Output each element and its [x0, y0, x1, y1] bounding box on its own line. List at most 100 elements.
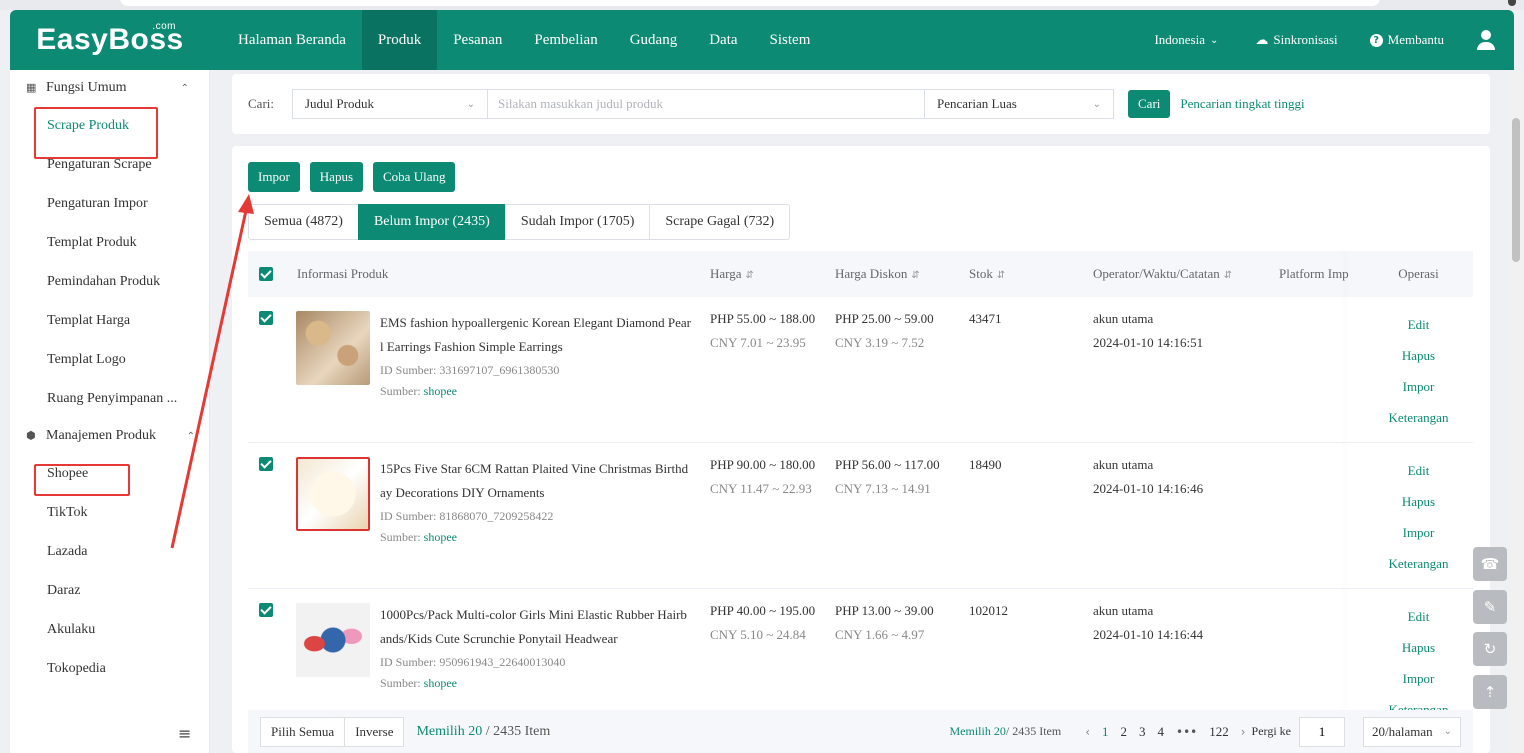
- note-link[interactable]: Keterangan: [1364, 548, 1473, 579]
- nav-data[interactable]: Data: [693, 10, 753, 70]
- chevron-down-icon: ⌄: [466, 98, 475, 110]
- import-link[interactable]: Impor: [1364, 517, 1473, 548]
- sidebar-item-tiktok[interactable]: TikTok: [10, 493, 209, 532]
- user-icon[interactable]: [1476, 30, 1496, 50]
- sort-icon: ⇵: [1223, 270, 1233, 281]
- sidebar-item-scrape-produk[interactable]: Scrape Produk: [10, 106, 209, 145]
- profile-icon[interactable]: [1508, 0, 1516, 6]
- row-checkbox[interactable]: [259, 603, 273, 617]
- edit-link[interactable]: Edit: [1364, 601, 1473, 632]
- stock-cell: 18490: [969, 457, 1002, 472]
- product-name[interactable]: 1000Pcs/Pack Multi-color Girls Mini Elas…: [380, 603, 692, 651]
- col-price[interactable]: Harga ⇵: [710, 251, 754, 299]
- advanced-search-link[interactable]: Pencarian tingkat tinggi: [1180, 96, 1304, 112]
- page-2[interactable]: 2: [1121, 724, 1128, 740]
- import-link[interactable]: Impor: [1364, 663, 1473, 694]
- product-name[interactable]: 15Pcs Five Star 6CM Rattan Plaited Vine …: [380, 457, 692, 505]
- goto-page-input[interactable]: [1299, 716, 1345, 747]
- discount-php: PHP 56.00 ~ 117.00: [835, 457, 940, 472]
- back-to-top-icon[interactable]: ⇡: [1473, 675, 1507, 709]
- refresh-icon[interactable]: ↻: [1473, 632, 1507, 666]
- nav-gudang[interactable]: Gudang: [614, 10, 694, 70]
- import-button[interactable]: Impor: [248, 162, 300, 192]
- source: Sumber: shopee: [380, 676, 457, 691]
- sidebar-item-templat-harga[interactable]: Templat Harga: [10, 301, 209, 340]
- sidebar-item-templat-produk[interactable]: Templat Produk: [10, 223, 209, 262]
- tab-semua[interactable]: Semua (4872): [248, 204, 359, 240]
- sidebar-item-akulaku[interactable]: Akulaku: [10, 610, 209, 649]
- sidebar-item-shopee[interactable]: Shopee: [10, 454, 209, 493]
- sidebar-item-pengaturan-impor[interactable]: Pengaturan Impor: [10, 184, 209, 223]
- col-discount[interactable]: Harga Diskon ⇵: [835, 251, 920, 299]
- address-bar[interactable]: [120, 0, 1380, 6]
- sidebar-item-daraz[interactable]: Daraz: [10, 571, 209, 610]
- sidebar-item-lazada[interactable]: Lazada: [10, 532, 209, 571]
- chevron-up-icon: ⌃: [186, 430, 195, 442]
- tab-belum-impor[interactable]: Belum Impor (2435): [357, 204, 506, 240]
- edit-link[interactable]: Edit: [1364, 309, 1473, 340]
- col-price-label: Harga: [710, 266, 742, 281]
- sidebar-item-pemindahan-produk[interactable]: Pemindahan Produk: [10, 262, 209, 301]
- col-operator[interactable]: Operator/Waktu/Catatan ⇵: [1093, 251, 1232, 299]
- tab-scrape-gagal[interactable]: Scrape Gagal (732): [649, 204, 791, 240]
- logo[interactable]: EasyBoss .com: [10, 21, 210, 57]
- row-checkbox[interactable]: [259, 457, 273, 471]
- sidebar-item-ruang-penyimpanan[interactable]: Ruang Penyimpanan ...: [10, 379, 209, 418]
- select-all-button[interactable]: Pilih Semua: [260, 716, 346, 747]
- nav-pembelian[interactable]: Pembelian: [518, 10, 613, 70]
- chevron-up-icon: ⌃: [180, 82, 189, 94]
- headset-icon[interactable]: ☎: [1473, 547, 1507, 581]
- nav-beranda[interactable]: Halaman Beranda: [222, 10, 362, 70]
- page-3[interactable]: 3: [1139, 724, 1146, 740]
- page-last[interactable]: 122: [1209, 724, 1229, 740]
- collapse-menu-icon[interactable]: ≡: [178, 724, 191, 743]
- search-mode-select[interactable]: Pencarian Luas ⌄: [924, 89, 1114, 119]
- sidebar-item-templat-logo[interactable]: Templat Logo: [10, 340, 209, 379]
- search-input[interactable]: [488, 89, 924, 119]
- page-1[interactable]: 1: [1102, 724, 1109, 740]
- search-field-select[interactable]: Judul Produk ⌄: [292, 89, 488, 119]
- source-value[interactable]: shopee: [424, 676, 457, 690]
- next-page-icon[interactable]: ›: [1241, 725, 1246, 739]
- col-stock[interactable]: Stok ⇵: [969, 251, 1005, 299]
- inverse-button[interactable]: Inverse: [344, 716, 405, 747]
- chevron-down-icon: ⌄: [1092, 98, 1101, 110]
- page-4[interactable]: 4: [1158, 724, 1165, 740]
- delete-link[interactable]: Hapus: [1364, 486, 1473, 517]
- page-size-select[interactable]: 20/halaman ⌄: [1363, 716, 1461, 747]
- help-button[interactable]: ? Membantu: [1369, 32, 1444, 48]
- delete-button[interactable]: Hapus: [309, 162, 363, 192]
- more-pages-icon[interactable]: •••: [1176, 725, 1197, 739]
- sync-button[interactable]: ☁ Sinkronisasi: [1255, 32, 1337, 48]
- edit-link[interactable]: Edit: [1364, 455, 1473, 486]
- status-tabs: Semua (4872) Belum Impor (2435) Sudah Im…: [248, 204, 791, 240]
- delete-link[interactable]: Hapus: [1364, 340, 1473, 371]
- feedback-icon[interactable]: ✎: [1473, 590, 1507, 624]
- nav-produk[interactable]: Produk: [361, 10, 438, 70]
- source-value[interactable]: shopee: [424, 530, 457, 544]
- region-selector[interactable]: Indonesia ⌄: [1154, 32, 1223, 48]
- product-thumbnail[interactable]: [296, 457, 370, 531]
- sidebar-group-fungsi-umum[interactable]: ▦ Fungsi Umum ⌃: [10, 70, 209, 106]
- row-checkbox[interactable]: [259, 311, 273, 325]
- source: Sumber: shopee: [380, 384, 457, 399]
- import-link[interactable]: Impor: [1364, 371, 1473, 402]
- sidebar-group-manajemen-produk[interactable]: ⬢ Manajemen Produk ⌃: [10, 418, 209, 454]
- nav-sistem[interactable]: Sistem: [754, 10, 827, 70]
- product-thumbnail[interactable]: [296, 311, 370, 385]
- note-link[interactable]: Keterangan: [1364, 402, 1473, 433]
- prev-page-icon[interactable]: ‹: [1085, 725, 1090, 739]
- search-button[interactable]: Cari: [1128, 90, 1171, 118]
- top-header: EasyBoss .com Halaman Beranda Produk Pes…: [10, 10, 1514, 70]
- delete-link[interactable]: Hapus: [1364, 632, 1473, 663]
- product-name[interactable]: EMS fashion hypoallergenic Korean Elegan…: [380, 311, 692, 359]
- retry-button[interactable]: Coba Ulang: [373, 162, 456, 192]
- nav-pesanan[interactable]: Pesanan: [437, 10, 518, 70]
- sidebar-item-pengaturan-scrape[interactable]: Pengaturan Scrape: [10, 145, 209, 184]
- source-value[interactable]: shopee: [424, 384, 457, 398]
- product-thumbnail[interactable]: [296, 603, 370, 677]
- scrollbar-thumb[interactable]: [1512, 118, 1520, 262]
- tab-sudah-impor[interactable]: Sudah Impor (1705): [504, 204, 651, 240]
- sidebar-item-tokopedia[interactable]: Tokopedia: [10, 649, 209, 688]
- select-all-checkbox[interactable]: [259, 267, 273, 281]
